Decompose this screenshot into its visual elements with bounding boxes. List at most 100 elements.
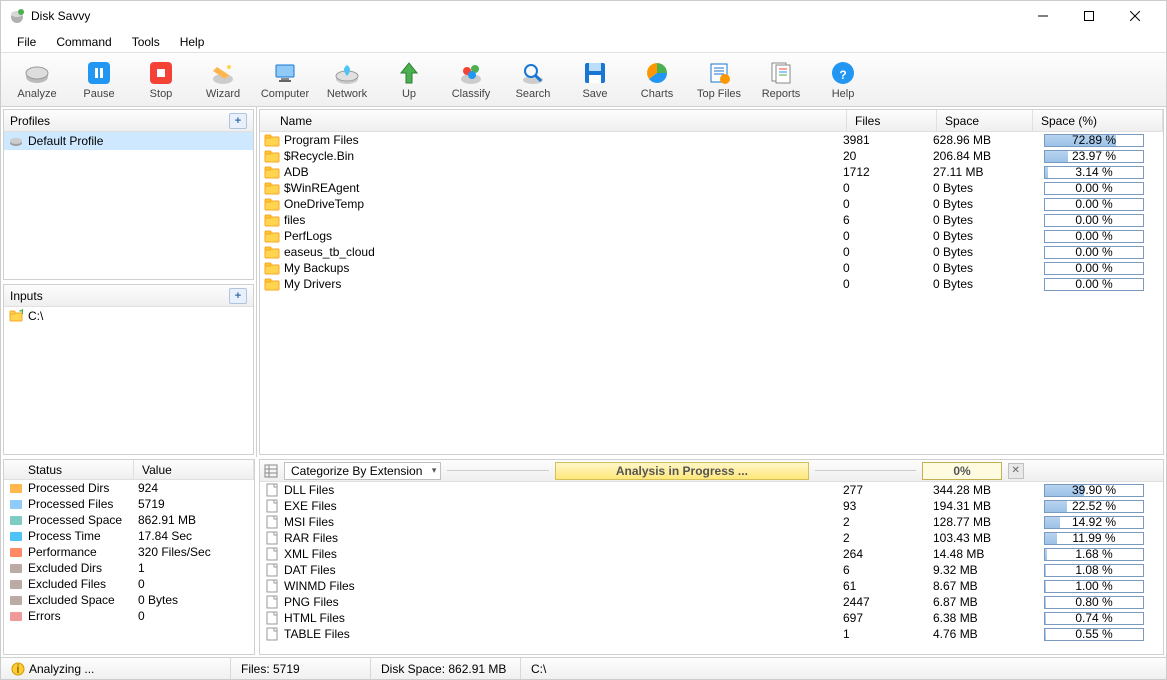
category-row[interactable]: HTML Files6976.38 MB0.74 %: [260, 610, 1163, 626]
folder-icon: [264, 213, 280, 227]
status-diskspace: Disk Space: 862.91 MB: [371, 658, 521, 679]
category-row[interactable]: EXE Files93194.31 MB22.52 %: [260, 498, 1163, 514]
directory-row[interactable]: $WinREAgent00 Bytes0.00 %: [260, 180, 1163, 196]
menu-help[interactable]: Help: [170, 33, 215, 51]
directory-row[interactable]: $Recycle.Bin20206.84 MB23.97 %: [260, 148, 1163, 164]
dir-name: My Drivers: [284, 277, 843, 291]
directory-row[interactable]: OneDriveTemp00 Bytes0.00 %: [260, 196, 1163, 212]
computer-button[interactable]: Computer: [255, 55, 315, 105]
category-row[interactable]: MSI Files2128.77 MB14.92 %: [260, 514, 1163, 530]
charts-button[interactable]: Charts: [627, 55, 687, 105]
dir-name: OneDriveTemp: [284, 197, 843, 211]
folder-icon: [264, 181, 280, 195]
directory-row[interactable]: easeus_tb_cloud00 Bytes0.00 %: [260, 244, 1163, 260]
close-button[interactable]: [1112, 1, 1158, 31]
help-button[interactable]: ?Help: [813, 55, 873, 105]
dir-pct: 3.14 %: [1029, 166, 1159, 179]
separator: [815, 470, 916, 471]
folder-icon: [264, 197, 280, 211]
profile-item[interactable]: Default Profile: [4, 132, 253, 150]
inputs-panel: Inputs + +C:\: [3, 284, 254, 455]
maximize-button[interactable]: [1066, 1, 1112, 31]
cat-pct: 0.74 %: [1029, 612, 1159, 625]
col-pct[interactable]: Space (%): [1033, 110, 1163, 131]
tool-label: Computer: [261, 88, 309, 100]
folder-plus-icon: +: [8, 308, 24, 324]
network-button[interactable]: Network: [317, 55, 377, 105]
cat-space: 128.77 MB: [933, 515, 1029, 529]
stats-col-value[interactable]: Value: [134, 460, 254, 479]
input-item[interactable]: +C:\: [4, 307, 253, 325]
info-icon: i: [11, 662, 25, 676]
stats-col-status[interactable]: Status: [4, 460, 134, 479]
directory-row[interactable]: My Drivers00 Bytes0.00 %: [260, 276, 1163, 292]
stat-label: Excluded Files: [28, 577, 138, 591]
stat-value: 0: [138, 577, 145, 591]
save-button[interactable]: Save: [565, 55, 625, 105]
cat-pct: 11.99 %: [1029, 532, 1159, 545]
wizard-button[interactable]: Wizard: [193, 55, 253, 105]
category-row[interactable]: RAR Files2103.43 MB11.99 %: [260, 530, 1163, 546]
category-row[interactable]: DLL Files277344.28 MB39.90 %: [260, 482, 1163, 498]
up-button[interactable]: Up: [379, 55, 439, 105]
dir-space: 206.84 MB: [933, 149, 1029, 163]
stat-icon: [8, 609, 24, 623]
add-input-button[interactable]: +: [229, 288, 247, 304]
stat-value: 17.84 Sec: [138, 529, 192, 543]
cat-files: 2447: [843, 595, 933, 609]
category-row[interactable]: TABLE Files14.76 MB0.55 %: [260, 626, 1163, 642]
stat-icon: [8, 577, 24, 591]
tool-label: Pause: [83, 88, 114, 100]
file-icon: [264, 579, 280, 593]
col-space[interactable]: Space: [937, 110, 1033, 131]
directory-row[interactable]: PerfLogs00 Bytes0.00 %: [260, 228, 1163, 244]
cat-name: RAR Files: [284, 531, 843, 545]
dir-space: 0 Bytes: [933, 213, 1029, 227]
col-name[interactable]: Name: [260, 110, 847, 131]
dir-files: 6: [843, 213, 933, 227]
dir-pct: 0.00 %: [1029, 182, 1159, 195]
search-button[interactable]: Search: [503, 55, 563, 105]
tool-label: Wizard: [206, 88, 240, 100]
category-row[interactable]: XML Files26414.48 MB1.68 %: [260, 546, 1163, 562]
stat-label: Process Time: [28, 529, 138, 543]
minimize-button[interactable]: [1020, 1, 1066, 31]
menu-command[interactable]: Command: [46, 33, 121, 51]
stat-icon: [8, 529, 24, 543]
inputs-header: Inputs: [10, 289, 229, 303]
directory-row[interactable]: Program Files3981628.96 MB72.89 %: [260, 132, 1163, 148]
directory-row[interactable]: ADB171227.11 MB3.14 %: [260, 164, 1163, 180]
stat-icon: [8, 497, 24, 511]
svg-text:?: ?: [839, 68, 846, 82]
cat-space: 9.32 MB: [933, 563, 1029, 577]
charts-icon: [643, 59, 671, 87]
menu-tools[interactable]: Tools: [122, 33, 170, 51]
menu-file[interactable]: File: [7, 33, 46, 51]
stop-button[interactable]: Stop: [131, 55, 191, 105]
topfiles-button[interactable]: Top Files: [689, 55, 749, 105]
classify-button[interactable]: Classify: [441, 55, 501, 105]
toolbar: Analyze Pause Stop Wizard Computer Network Up C…: [1, 53, 1166, 107]
category-row[interactable]: DAT Files69.32 MB1.08 %: [260, 562, 1163, 578]
stats-panel: Status Value Processed Dirs924Processed …: [3, 459, 255, 655]
dir-pct: 0.00 %: [1029, 278, 1159, 291]
pause-button[interactable]: Pause: [69, 55, 129, 105]
directory-row[interactable]: files60 Bytes0.00 %: [260, 212, 1163, 228]
stat-label: Errors: [28, 609, 138, 623]
reports-icon: [767, 59, 795, 87]
category-row[interactable]: PNG Files24476.87 MB0.80 %: [260, 594, 1163, 610]
cat-space: 8.67 MB: [933, 579, 1029, 593]
category-row[interactable]: WINMD Files618.67 MB1.00 %: [260, 578, 1163, 594]
add-profile-button[interactable]: +: [229, 113, 247, 129]
cat-files: 1: [843, 627, 933, 641]
close-category-button[interactable]: ✕: [1008, 463, 1024, 479]
tool-label: Up: [402, 88, 416, 100]
dir-space: 27.11 MB: [933, 165, 1029, 179]
analyze-button[interactable]: Analyze: [7, 55, 67, 105]
app-icon: [9, 8, 25, 24]
directory-row[interactable]: My Backups00 Bytes0.00 %: [260, 260, 1163, 276]
stat-value: 862.91 MB: [138, 513, 196, 527]
reports-button[interactable]: Reports: [751, 55, 811, 105]
categorize-dropdown[interactable]: Categorize By Extension: [284, 462, 441, 480]
col-files[interactable]: Files: [847, 110, 937, 131]
